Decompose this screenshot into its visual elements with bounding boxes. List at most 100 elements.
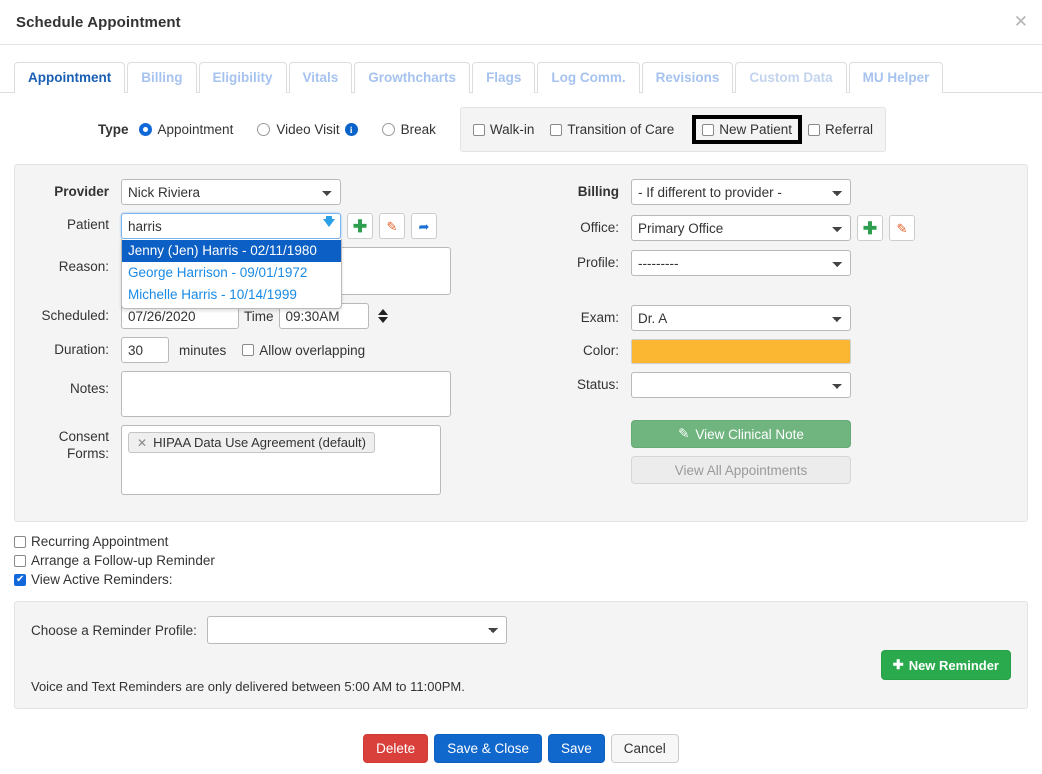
pencil-icon: ✎ <box>896 220 908 236</box>
exam-label: Exam: <box>580 309 619 325</box>
radio-break-indicator <box>381 123 395 136</box>
cancel-button[interactable]: Cancel <box>610 734 679 763</box>
checkbox-transition-of-care[interactable]: Transition of Care <box>550 122 674 137</box>
tab-custom-data[interactable]: Custom Data <box>735 62 847 93</box>
patient-autocomplete-wrap: Jenny (Jen) Harris - 02/11/1980 George H… <box>121 213 342 309</box>
checkbox-referral[interactable]: Referral <box>808 122 873 137</box>
save-button[interactable]: Save <box>548 734 605 763</box>
tab-eligibility[interactable]: Eligibility <box>198 62 287 93</box>
checkbox-view-active-reminders-box <box>14 573 26 586</box>
new-reminder-button[interactable]: ✚ New Reminder <box>880 650 1011 680</box>
radio-appointment-label: Appointment <box>157 122 234 137</box>
edit-office-button[interactable]: ✎ <box>889 215 915 241</box>
patient-input[interactable] <box>121 213 341 239</box>
list-item[interactable]: Jenny (Jen) Harris - 02/11/1980 <box>122 240 341 262</box>
tab-mu-helper[interactable]: MU Helper <box>848 62 944 93</box>
checkbox-view-active-reminders[interactable]: View Active Reminders: <box>14 572 1028 587</box>
time-label: Time <box>244 308 274 324</box>
tab-revisions[interactable]: Revisions <box>641 62 734 93</box>
list-item[interactable]: George Harrison - 09/01/1972 <box>122 262 341 284</box>
all-appointments-row: View All Appointments <box>525 456 1027 484</box>
office-select[interactable]: Primary Office <box>631 215 851 241</box>
reminder-profile-select[interactable] <box>206 616 507 644</box>
delete-button[interactable]: Delete <box>363 734 429 763</box>
color-swatch[interactable] <box>631 339 851 364</box>
checkbox-walk-in[interactable]: Walk-in <box>472 122 535 137</box>
tab-billing[interactable]: Billing <box>127 62 197 93</box>
status-select[interactable] <box>631 372 851 398</box>
open-patient-button[interactable]: ➦ <box>411 213 437 239</box>
consent-tag[interactable]: ✕ HIPAA Data Use Agreement (default) <box>128 432 375 453</box>
patient-suggestion-list: Jenny (Jen) Harris - 02/11/1980 George H… <box>121 239 342 309</box>
view-all-appointments-button[interactable]: View All Appointments <box>631 456 851 484</box>
consent-forms-box[interactable]: ✕ HIPAA Data Use Agreement (default) <box>121 425 441 495</box>
checkbox-recurring-appointment[interactable]: Recurring Appointment <box>14 534 1028 549</box>
tab-appointment[interactable]: Appointment <box>14 62 126 93</box>
close-icon[interactable]: ✕ <box>1014 13 1028 30</box>
consent-tag-label: HIPAA Data Use Agreement (default) <box>153 435 366 450</box>
info-icon[interactable]: i <box>344 123 358 136</box>
form-right-column: Billing - If different to provider - Off… <box>525 179 1027 503</box>
exam-row: Exam: Dr. A <box>525 305 1027 331</box>
provider-select[interactable]: Nick Riviera <box>121 179 341 205</box>
new-reminder-label: New Reminder <box>908 657 999 673</box>
plus-icon: ✚ <box>892 657 904 672</box>
edit-note-icon: ✎ <box>678 426 690 441</box>
reminder-profile-row: Choose a Reminder Profile: <box>31 616 1011 644</box>
save-close-button[interactable]: Save & Close <box>434 734 542 763</box>
up-down-stepper-icon[interactable] <box>376 303 390 329</box>
duration-label: Duration: <box>54 341 109 357</box>
profile-label: Profile: <box>576 254 619 270</box>
checkbox-recurring-appointment-box <box>14 535 26 548</box>
radio-video-visit[interactable]: Video Visit i <box>257 122 358 137</box>
consent-forms-label-line1: Consent <box>58 429 109 444</box>
add-office-button[interactable]: ✚ <box>857 215 883 241</box>
patient-label: Patient <box>66 217 109 232</box>
consent-forms-row: Consent Forms: ✕ HIPAA Data Use Agreemen… <box>15 425 525 495</box>
scheduled-label: Scheduled: <box>41 307 109 323</box>
exam-select[interactable]: Dr. A <box>631 305 851 331</box>
notes-label: Notes: <box>69 381 109 396</box>
add-patient-button[interactable]: ✚ <box>347 213 373 239</box>
billing-label: Billing <box>577 183 619 199</box>
provider-label: Provider <box>54 183 109 199</box>
office-row: Office: Primary Office ✚ ✎ <box>525 215 1027 241</box>
consent-forms-label-line2: Forms: <box>67 445 109 461</box>
remove-tag-icon[interactable]: ✕ <box>137 436 147 450</box>
duration-input[interactable] <box>121 337 169 363</box>
color-label: Color: <box>582 343 619 359</box>
new-patient-highlight: New Patient <box>692 115 803 144</box>
billing-select[interactable]: - If different to provider - <box>631 179 851 205</box>
radio-break-label: Break <box>400 122 436 137</box>
edit-patient-button[interactable]: ✎ <box>379 213 405 239</box>
appointment-flags-group: Walk-in Transition of Care New Patient R… <box>459 107 887 152</box>
checkbox-followup-reminder[interactable]: Arrange a Follow-up Reminder <box>14 553 1028 568</box>
tab-flags[interactable]: Flags <box>472 62 536 93</box>
schedule-appointment-modal: Schedule Appointment ✕ Appointment Billi… <box>0 0 1042 774</box>
checkbox-walk-in-label: Walk-in <box>489 122 535 137</box>
reminder-panel: Choose a Reminder Profile: ✚ New Reminde… <box>14 601 1028 709</box>
tab-vitals[interactable]: Vitals <box>288 62 353 93</box>
list-item[interactable]: Michelle Harris - 10/14/1999 <box>122 284 341 306</box>
form-left-column: Provider Nick Riviera Patient Jenny (Jen… <box>15 179 525 503</box>
reminder-options: Recurring Appointment Arrange a Follow-u… <box>0 522 1042 597</box>
view-clinical-note-label: View Clinical Note <box>695 426 804 442</box>
radio-video-visit-label: Video Visit <box>276 122 340 137</box>
checkbox-new-patient[interactable]: New Patient <box>702 122 792 137</box>
tab-log-comm[interactable]: Log Comm. <box>537 62 640 93</box>
checkbox-view-active-reminders-label: View Active Reminders: <box>31 572 173 587</box>
profile-select[interactable]: --------- <box>631 250 851 276</box>
radio-video-visit-indicator <box>257 123 271 136</box>
tab-growthcharts[interactable]: Growthcharts <box>354 62 471 93</box>
tab-bar: Appointment Billing Eligibility Vitals G… <box>0 45 1042 93</box>
office-label: Office: <box>580 219 619 235</box>
notes-textarea[interactable] <box>121 371 451 417</box>
checkbox-new-patient-box <box>702 123 715 136</box>
radio-break[interactable]: Break <box>381 122 436 137</box>
reason-label: Reason: <box>58 259 109 274</box>
view-clinical-note-button[interactable]: ✎ View Clinical Note <box>631 420 851 448</box>
checkbox-transition-of-care-label: Transition of Care <box>567 122 675 137</box>
radio-appointment[interactable]: Appointment <box>138 122 234 137</box>
profile-row: Profile: --------- <box>525 250 1027 276</box>
checkbox-allow-overlapping[interactable]: Allow overlapping <box>242 343 365 358</box>
